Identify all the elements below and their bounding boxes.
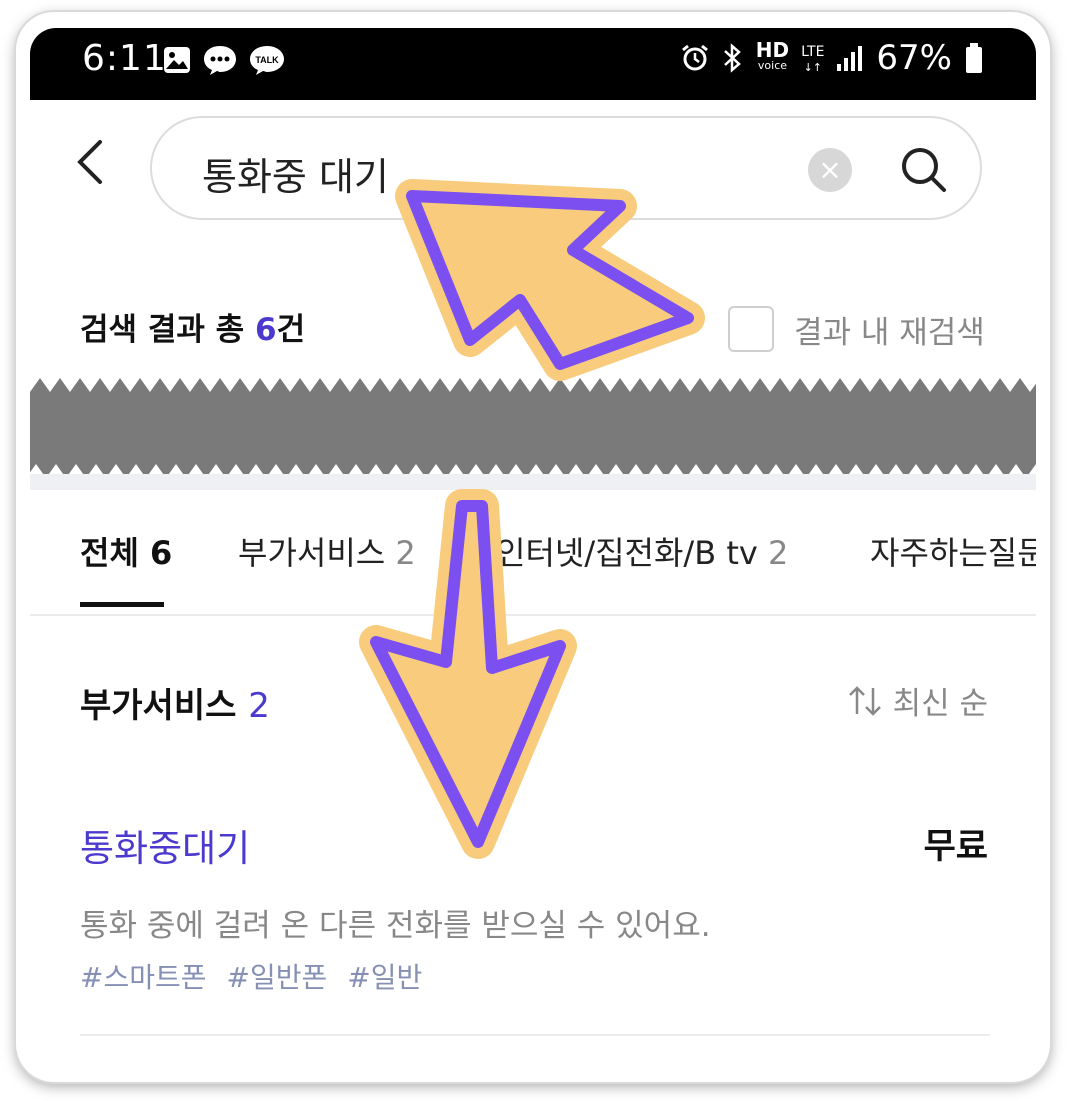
redacted-area <box>30 378 1036 478</box>
tab-all[interactable]: 전체 6 <box>80 528 172 574</box>
notification-icons: TALK <box>162 44 286 76</box>
voice-label: voice <box>757 59 788 72</box>
item-divider <box>80 1034 990 1036</box>
result-count-suffix: 건 <box>276 312 306 348</box>
tab-internet-phone-tv[interactable]: 인터넷/집전화/B tv 2 <box>496 528 788 574</box>
tab-faq-label: 자주하는질문 <box>870 534 1036 572</box>
result-count-prefix: 검색 결과 총 <box>80 312 255 348</box>
sort-button[interactable]: 최신 순 <box>847 678 988 723</box>
tab-additional-services[interactable]: 부가서비스 2 <box>238 528 416 574</box>
service-item-description: 통화 중에 걸려 온 다른 전화를 받으실 수 있어요. <box>80 908 711 944</box>
service-item-tags: #스마트폰 #일반폰 #일반 <box>80 956 422 996</box>
sort-label: 최신 순 <box>892 686 988 722</box>
search-icon[interactable] <box>898 144 950 196</box>
service-item-price: 무료 <box>923 827 988 867</box>
tab-additional-services-label: 부가서비스 <box>238 534 386 572</box>
tab-all-count: 6 <box>150 534 173 572</box>
phone-screen: 6:11 TALK HD voice LTE ↓↑ 67% 통화중 대기 × 검… <box>30 28 1036 1068</box>
lte-label: LTE <box>801 43 825 60</box>
tag-feature-phone[interactable]: #일반폰 <box>227 956 328 996</box>
device-frame: 6:11 TALK HD voice LTE ↓↑ 67% 통화중 대기 × 검… <box>16 12 1050 1082</box>
research-within-results[interactable]: 결과 내 재검색 <box>728 306 985 352</box>
clear-search-button[interactable]: × <box>808 148 852 192</box>
hd-voice-icon: HD voice <box>756 40 789 74</box>
status-time: 6:11 <box>82 38 167 79</box>
battery-icon <box>966 43 982 73</box>
tag-smartphone[interactable]: #스마트폰 <box>80 956 207 996</box>
result-count-number: 6 <box>254 312 277 348</box>
tab-all-label: 전체 <box>80 534 139 572</box>
result-count: 검색 결과 총 6건 <box>80 304 305 349</box>
alarm-icon <box>681 44 708 71</box>
tag-general[interactable]: #일반 <box>347 956 422 996</box>
kakaotalk-icon: TALK <box>250 46 284 75</box>
sort-icon <box>848 685 881 716</box>
bluetooth-icon <box>723 43 741 73</box>
status-bar: 6:11 TALK HD voice LTE ↓↑ 67% <box>30 28 1036 100</box>
message-icon <box>204 46 236 75</box>
category-tabs: 전체 6 부가서비스 2 인터넷/집전화/B tv 2 자주하는질문 <box>30 528 1036 616</box>
tab-internet-phone-tv-label: 인터넷/집전화/B tv <box>496 534 758 572</box>
search-query-text: 통화중 대기 <box>202 155 389 199</box>
battery-percent: 67% <box>876 38 952 78</box>
section-title-label: 부가서비스 <box>80 686 237 726</box>
section-count: 2 <box>248 686 270 726</box>
section-separator <box>30 474 1036 490</box>
signal-icon <box>837 46 863 71</box>
kakaotalk-label: TALK <box>255 55 279 65</box>
research-label: 결과 내 재검색 <box>794 314 985 351</box>
lte-icon: LTE ↓↑ <box>801 43 825 74</box>
tab-internet-phone-tv-count: 2 <box>767 534 789 572</box>
close-icon: × <box>818 153 842 186</box>
gallery-icon <box>164 47 190 73</box>
section-title: 부가서비스 2 <box>80 678 270 727</box>
tab-additional-services-count: 2 <box>395 534 416 572</box>
back-arrow-icon[interactable] <box>74 138 106 186</box>
research-checkbox[interactable] <box>728 306 774 352</box>
tab-faq[interactable]: 자주하는질문 <box>870 528 1036 574</box>
service-item-title[interactable]: 통화중대기 <box>80 818 250 872</box>
search-input[interactable]: 통화중 대기 × <box>150 116 982 220</box>
system-icons: HD voice LTE ↓↑ 67% <box>680 38 984 78</box>
active-tab-indicator <box>80 602 164 607</box>
